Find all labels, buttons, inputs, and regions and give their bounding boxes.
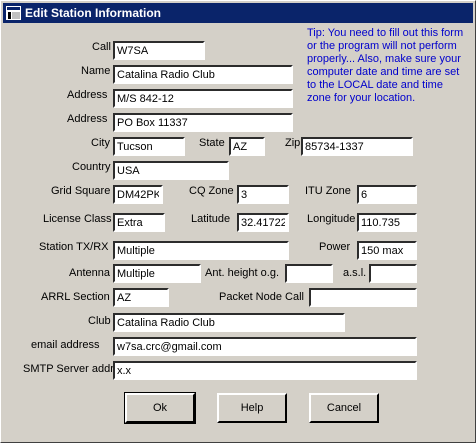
window-title: Edit Station Information <box>25 6 161 20</box>
asl-field[interactable] <box>369 264 417 283</box>
title-bar[interactable]: Edit Station Information <box>3 3 473 23</box>
smtp-label: SMTP Server addr <box>23 363 114 375</box>
address2-field[interactable] <box>113 113 293 132</box>
state-field[interactable] <box>229 137 265 156</box>
itu-zone-label: ITU Zone <box>305 185 351 197</box>
call-field[interactable] <box>113 41 205 60</box>
ant-height-field[interactable] <box>285 264 333 283</box>
ok-button[interactable]: Ok <box>124 392 196 424</box>
cq-zone-label: CQ Zone <box>189 185 234 197</box>
address1-field[interactable] <box>113 89 293 108</box>
latitude-label: Latitude <box>191 213 231 225</box>
zip-label: Zip <box>285 137 301 149</box>
help-button[interactable]: Help <box>217 393 287 423</box>
country-label: Country <box>72 161 111 173</box>
power-field[interactable] <box>357 241 417 260</box>
country-field[interactable] <box>113 161 229 180</box>
grid-square-label: Grid Square <box>51 185 111 197</box>
name-field[interactable] <box>113 65 293 84</box>
city-field[interactable] <box>113 137 185 156</box>
zip-field[interactable] <box>301 137 413 156</box>
club-field[interactable] <box>113 313 345 332</box>
station-txrx-label: Station TX/RX <box>39 241 109 253</box>
tip-text: Tip: You need to fill out this form or t… <box>307 27 464 104</box>
longitude-field[interactable] <box>357 213 417 232</box>
email-field[interactable] <box>113 337 417 356</box>
app-icon <box>6 6 21 20</box>
state-label: State <box>199 137 225 149</box>
station-txrx-field[interactable] <box>113 241 289 260</box>
address1-label: Address <box>67 89 108 101</box>
ant-height-label: Ant. height o.g. <box>205 267 279 279</box>
latitude-field[interactable] <box>237 213 289 232</box>
address2-label: Address <box>67 113 108 125</box>
license-class-label: License Class <box>43 213 112 225</box>
packet-node-call-field[interactable] <box>309 288 417 307</box>
cancel-button[interactable]: Cancel <box>309 393 379 423</box>
license-class-field[interactable] <box>113 213 165 232</box>
call-label: Call <box>92 41 111 53</box>
arrl-section-label: ARRL Section <box>41 291 110 303</box>
asl-label: a.s.l. <box>343 267 367 279</box>
email-label: email address <box>31 339 100 351</box>
itu-zone-field[interactable] <box>357 185 417 204</box>
cq-zone-field[interactable] <box>237 185 289 204</box>
edit-station-dialog: Edit Station Information Tip: You need t… <box>0 0 476 443</box>
antenna-field[interactable] <box>113 264 201 283</box>
name-label: Name <box>81 65 111 77</box>
longitude-label: Longitude <box>307 213 356 225</box>
power-label: Power <box>319 241 351 253</box>
packet-node-call-label: Packet Node Call <box>219 291 304 303</box>
city-label: City <box>91 137 110 149</box>
grid-square-field[interactable] <box>113 185 163 204</box>
arrl-section-field[interactable] <box>113 288 169 307</box>
club-label: Club <box>88 315 111 327</box>
smtp-field[interactable] <box>113 361 417 380</box>
antenna-label: Antenna <box>69 267 110 279</box>
